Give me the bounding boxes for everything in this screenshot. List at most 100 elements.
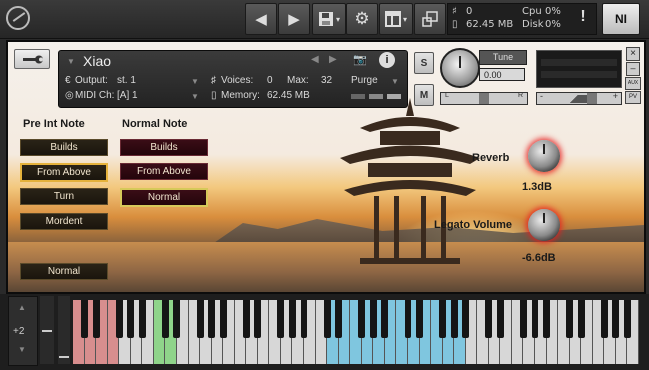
octave-up-icon[interactable]: ▲	[18, 303, 26, 312]
midi-dropdown-icon[interactable]: ▼	[191, 92, 199, 101]
black-key[interactable]	[358, 300, 366, 338]
prev-icon: ◀	[255, 11, 267, 28]
pre-builds-button[interactable]: Builds	[20, 139, 108, 156]
minimize-button[interactable]: –	[626, 62, 640, 76]
black-key[interactable]	[600, 300, 608, 338]
solo-button[interactable]: S	[414, 52, 434, 74]
layout-icon	[384, 11, 401, 27]
pan-handle[interactable]	[479, 93, 489, 104]
pre-mordent-button[interactable]: Mordent	[20, 213, 108, 230]
black-key[interactable]	[612, 300, 620, 338]
purge-dropdown-icon[interactable]: ▼	[391, 77, 399, 86]
normal-normal-button[interactable]: Normal	[120, 188, 208, 207]
camera-icon[interactable]: 📷	[353, 53, 367, 66]
legato-volume-knob[interactable]	[528, 209, 560, 241]
black-key[interactable]	[543, 300, 551, 338]
black-key[interactable]	[531, 300, 539, 338]
prev-button[interactable]: ◀	[245, 3, 277, 35]
black-key[interactable]	[127, 300, 135, 338]
pan-slider[interactable]: L R	[440, 92, 528, 105]
pitch-wheel[interactable]	[40, 296, 54, 364]
octave-down-icon[interactable]: ▼	[18, 345, 26, 354]
black-key[interactable]	[450, 300, 458, 338]
output-dropdown-icon[interactable]: ▼	[191, 77, 199, 86]
black-key[interactable]	[404, 300, 412, 338]
pre-from-above-button[interactable]: From Above	[20, 163, 108, 182]
black-key[interactable]	[92, 300, 100, 338]
close-button[interactable]: ×	[626, 47, 640, 61]
voices-count: 0	[466, 6, 473, 17]
reverb-knob[interactable]	[528, 140, 560, 172]
black-key[interactable]	[208, 300, 216, 338]
cpu-label: Cpu	[522, 6, 542, 17]
normal-from-above-button[interactable]: From Above	[120, 163, 208, 180]
black-key[interactable]	[520, 300, 527, 338]
black-key[interactable]	[219, 300, 227, 338]
aux-button[interactable]: AUX	[625, 77, 641, 90]
volume-slider[interactable]: - +	[536, 91, 622, 105]
instrument-name[interactable]: Xiao	[83, 53, 111, 69]
black-key[interactable]	[81, 300, 88, 338]
alert-icon[interactable]: !	[574, 8, 592, 28]
settings-button[interactable]: ⚙	[346, 3, 378, 35]
black-key[interactable]	[323, 300, 331, 338]
black-key[interactable]	[439, 300, 447, 338]
reverb-value: 1.3dB	[522, 181, 552, 193]
collapse-icon[interactable]: ▼	[67, 57, 75, 66]
kontakt-logo-icon[interactable]	[6, 6, 30, 30]
midi-value[interactable]: [A] 1	[117, 90, 138, 101]
black-key[interactable]	[381, 300, 389, 338]
black-key[interactable]	[138, 300, 146, 338]
normal-builds-button[interactable]: Builds	[120, 139, 208, 156]
layout-button[interactable]: ▾	[379, 3, 413, 35]
black-key[interactable]	[369, 300, 377, 338]
tune-knob[interactable]	[440, 48, 480, 88]
black-key[interactable]	[623, 300, 631, 338]
reverb-label: Reverb	[472, 152, 510, 164]
black-key[interactable]	[277, 300, 285, 338]
black-key[interactable]	[335, 300, 343, 338]
resize-button[interactable]	[414, 3, 446, 35]
black-key[interactable]	[566, 300, 574, 338]
black-key[interactable]	[485, 300, 493, 338]
black-key[interactable]	[196, 300, 204, 338]
volume-handle[interactable]	[587, 93, 597, 104]
legato-volume-label: Legato Volume	[434, 219, 513, 231]
instrument-panel: ▼ Xiao ◀ ▶ 📷 i € Output: st. 1 ▼ ◎ MIDI …	[6, 40, 646, 294]
black-key[interactable]	[462, 300, 470, 338]
piano-keyboard[interactable]	[73, 300, 639, 364]
tune-value[interactable]: 0.00	[479, 68, 525, 81]
output-value[interactable]: st. 1	[117, 75, 136, 86]
black-key[interactable]	[289, 300, 296, 338]
meter-bar-2	[369, 94, 383, 99]
black-key[interactable]	[496, 300, 504, 338]
bottom-normal-button[interactable]: Normal	[20, 263, 108, 280]
pre-int-note-title: Pre Int Note	[23, 118, 85, 130]
mute-button[interactable]: M	[414, 84, 434, 106]
wrench-button[interactable]	[14, 49, 50, 69]
memory-value: 62.45 MB	[466, 19, 514, 30]
mod-wheel[interactable]	[58, 296, 70, 364]
black-key[interactable]	[173, 300, 181, 338]
black-key[interactable]	[577, 300, 585, 338]
voices-icon-header: ♯	[211, 75, 216, 86]
black-key[interactable]	[161, 300, 169, 338]
info-button[interactable]: i	[379, 52, 395, 68]
ni-logo[interactable]: NI	[602, 3, 640, 35]
save-button[interactable]: ▾	[312, 3, 346, 35]
midi-label: MIDI Ch:	[75, 90, 115, 101]
purge-button[interactable]: Purge	[351, 75, 378, 86]
black-key[interactable]	[242, 300, 250, 338]
pan-right-label: R	[517, 92, 523, 99]
max-value[interactable]: 32	[321, 75, 332, 86]
black-key[interactable]	[115, 300, 123, 338]
next-instrument-icon[interactable]: ▶	[329, 54, 337, 65]
black-key[interactable]	[300, 300, 308, 338]
pre-turn-button[interactable]: Turn	[20, 188, 108, 205]
black-key[interactable]	[416, 300, 423, 338]
black-key[interactable]	[254, 300, 262, 338]
normal-note-title: Normal Note	[122, 118, 188, 130]
next-button[interactable]: ▶	[278, 3, 310, 35]
pv-button[interactable]: PV	[625, 91, 641, 104]
prev-instrument-icon[interactable]: ◀	[311, 54, 319, 65]
